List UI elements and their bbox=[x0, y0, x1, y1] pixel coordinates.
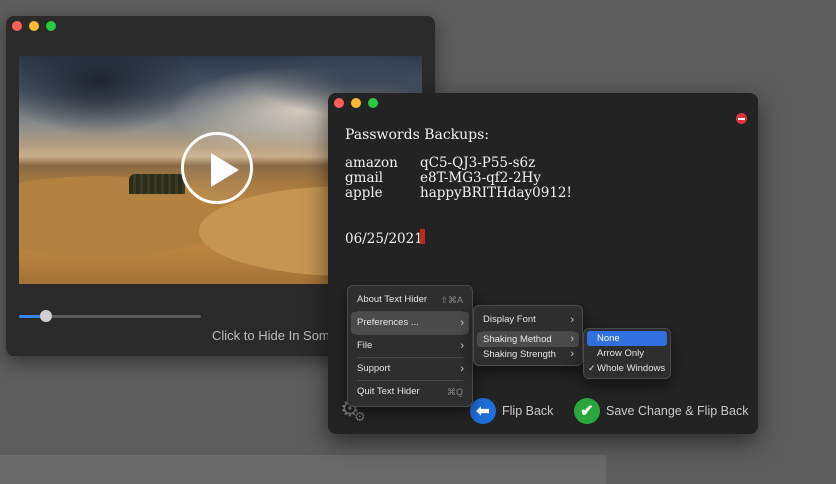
chevron-right-icon: › bbox=[570, 333, 574, 345]
zoom-button[interactable] bbox=[368, 98, 378, 108]
desktop-strip bbox=[0, 455, 606, 484]
seek-knob[interactable] bbox=[40, 310, 53, 322]
preferences-menu: Display Font › Shaking Method › Shaking … bbox=[473, 305, 583, 366]
text-cursor bbox=[420, 229, 425, 244]
minimize-button[interactable] bbox=[351, 98, 361, 108]
chevron-right-icon: › bbox=[460, 340, 464, 352]
password-value: e8T-MG3-qf2-2Hy bbox=[420, 170, 541, 186]
checkmark-icon: ✔ bbox=[574, 398, 600, 424]
password-value: qC5-QJ3-P55-s6z bbox=[420, 155, 536, 171]
chevron-right-icon: › bbox=[460, 317, 464, 329]
close-button[interactable] bbox=[12, 21, 22, 31]
small-gear-icon: ⚙ bbox=[354, 409, 366, 424]
remove-icon[interactable] bbox=[736, 113, 747, 124]
site-name: apple bbox=[345, 185, 383, 201]
site-name: gmail bbox=[345, 170, 384, 186]
password-row: apple happyBRITHday0912! bbox=[345, 186, 572, 201]
menu-item-quit[interactable]: Quit Text Hider ⌘Q bbox=[348, 381, 472, 403]
chevron-right-icon: › bbox=[570, 314, 574, 326]
password-value: happyBRITHday0912! bbox=[420, 185, 572, 201]
menu-item-shaking-strength[interactable]: Shaking Strength › bbox=[474, 347, 582, 362]
shortcut-label: ⇧⌘A bbox=[440, 295, 463, 305]
menu-item-display-font[interactable]: Display Font › bbox=[474, 309, 582, 331]
note-title: Passwords Backups: bbox=[345, 127, 490, 143]
shaking-method-menu: None Arrow Only ✓ Whole Windows bbox=[583, 328, 671, 379]
chevron-right-icon: › bbox=[460, 363, 464, 375]
password-row: amazon qC5-QJ3-P55-s6z bbox=[345, 156, 535, 171]
menu-item-about[interactable]: About Text Hider ⇧⌘A bbox=[348, 289, 472, 311]
menu-item-whole-windows[interactable]: ✓ Whole Windows bbox=[584, 361, 670, 376]
window-controls bbox=[334, 98, 378, 108]
menu-item-shaking-method[interactable]: Shaking Method › bbox=[477, 332, 579, 347]
save-flip-button[interactable]: ✔ Save Change & Flip Back bbox=[574, 398, 748, 424]
menu-item-preferences[interactable]: Preferences ... › bbox=[351, 312, 469, 334]
menu-item-support[interactable]: Support › bbox=[348, 358, 472, 380]
checkmark-icon: ✓ bbox=[588, 363, 596, 373]
play-icon[interactable] bbox=[181, 132, 253, 204]
minimize-button[interactable] bbox=[29, 21, 39, 31]
site-name: amazon bbox=[345, 155, 398, 171]
hide-caption: Click to Hide In Some bbox=[212, 328, 337, 343]
window-controls bbox=[12, 21, 56, 31]
menu-item-file[interactable]: File › bbox=[348, 335, 472, 357]
flip-back-label: Flip Back bbox=[502, 404, 554, 418]
chevron-right-icon: › bbox=[570, 348, 574, 360]
close-button[interactable] bbox=[334, 98, 344, 108]
cypress-trees bbox=[129, 174, 185, 194]
menu-item-none[interactable]: None bbox=[587, 331, 667, 346]
app-menu: About Text Hider ⇧⌘A Preferences ... › F… bbox=[347, 285, 473, 407]
arrow-left-icon: ⬅ bbox=[470, 398, 496, 424]
menu-item-arrow-only[interactable]: Arrow Only bbox=[584, 346, 670, 361]
zoom-button[interactable] bbox=[46, 21, 56, 31]
save-flip-label: Save Change & Flip Back bbox=[606, 404, 749, 418]
note-date: 06/25/2021 bbox=[345, 231, 423, 247]
flip-back-button[interactable]: ⬅ Flip Back bbox=[470, 398, 553, 424]
password-row: gmail e8T-MG3-qf2-2Hy bbox=[345, 171, 541, 186]
shortcut-label: ⌘Q bbox=[446, 387, 463, 397]
